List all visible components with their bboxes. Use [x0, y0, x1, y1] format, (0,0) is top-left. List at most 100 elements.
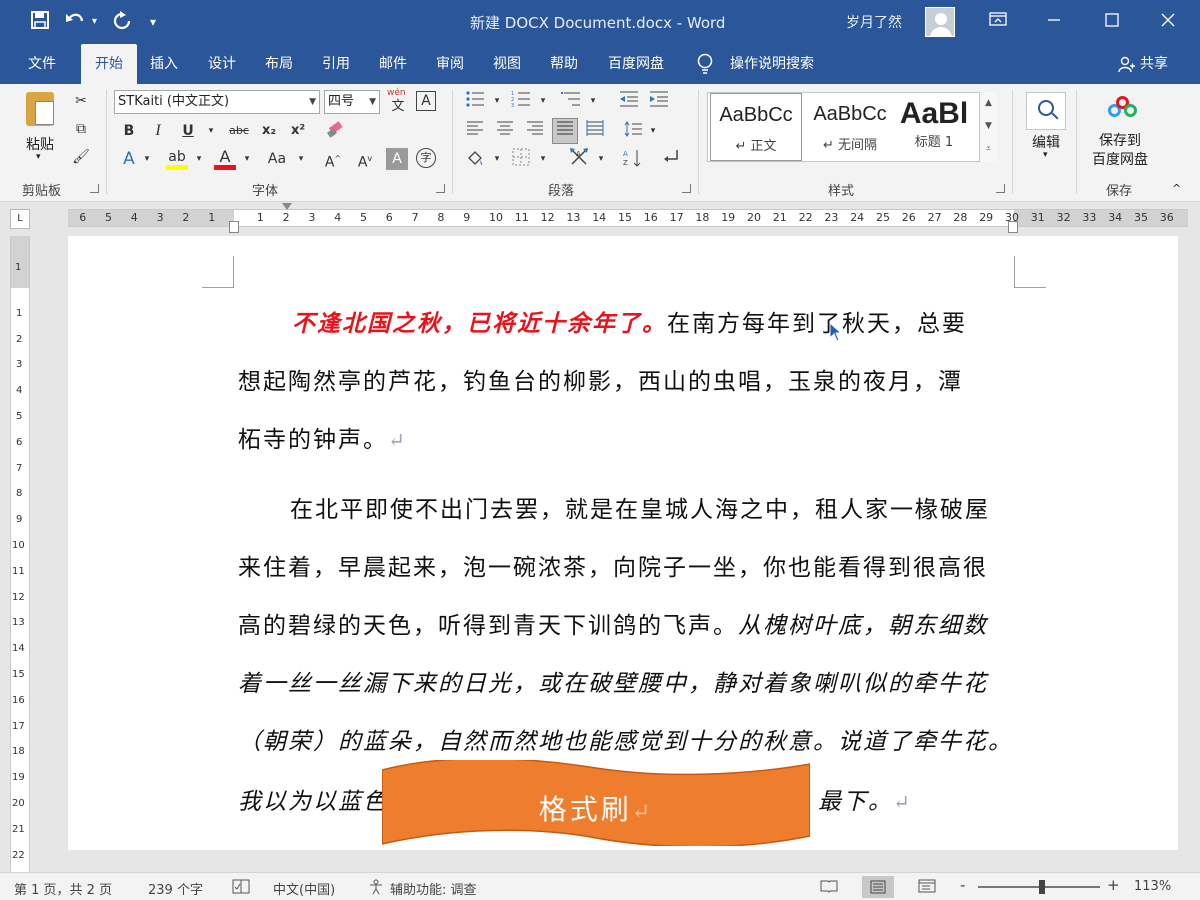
- font-size-combo[interactable]: 四号 ▼: [324, 90, 380, 114]
- distributed-icon[interactable]: [584, 120, 606, 142]
- tab-review[interactable]: 审阅: [426, 44, 474, 84]
- paste-button[interactable]: 粘贴: [26, 134, 54, 154]
- highlight-icon[interactable]: ab: [166, 146, 188, 170]
- borders-icon[interactable]: [510, 148, 532, 170]
- numbering-dropdown-icon[interactable]: ▾: [532, 90, 554, 112]
- multilevel-list-icon[interactable]: [560, 90, 582, 112]
- left-indent-marker[interactable]: [229, 221, 239, 233]
- tab-layout[interactable]: 布局: [255, 44, 303, 84]
- gallery-more-icon[interactable]: ⩡: [980, 138, 997, 161]
- format-painter-icon[interactable]: 🖌: [70, 146, 92, 168]
- clipboard-launcher-icon[interactable]: [90, 184, 99, 193]
- minimize-icon[interactable]: [1040, 8, 1068, 36]
- tab-help[interactable]: 帮助: [540, 44, 588, 84]
- tab-view[interactable]: 视图: [483, 44, 531, 84]
- tab-baidu-netdisk[interactable]: 百度网盘: [598, 44, 674, 84]
- undo-dropdown-icon[interactable]: ▾: [92, 10, 97, 34]
- first-line-indent-marker[interactable]: [282, 203, 292, 210]
- show-marks-icon[interactable]: [660, 148, 682, 170]
- print-layout-icon[interactable]: [862, 876, 894, 898]
- subscript-button[interactable]: x₂: [258, 120, 280, 142]
- numbering-icon[interactable]: 123: [510, 90, 532, 112]
- bold-button[interactable]: B: [118, 120, 140, 142]
- save-icon[interactable]: [30, 10, 50, 37]
- word-count[interactable]: 239 个字: [148, 879, 203, 898]
- font-color-dropdown-icon[interactable]: ▾: [236, 148, 258, 170]
- zoom-slider-handle[interactable]: [1039, 880, 1045, 894]
- avatar[interactable]: [925, 7, 955, 37]
- undo-icon[interactable]: [64, 10, 86, 37]
- increase-indent-icon[interactable]: [648, 90, 670, 112]
- eraser-icon[interactable]: [324, 120, 346, 142]
- multilevel-dropdown-icon[interactable]: ▾: [582, 90, 604, 112]
- tab-home[interactable]: 开始: [81, 44, 137, 84]
- tab-mailings[interactable]: 邮件: [369, 44, 417, 84]
- change-case-button[interactable]: Aa: [264, 148, 290, 170]
- scroll-down-icon[interactable]: ▼: [980, 115, 997, 138]
- clear-formatting-icon[interactable]: A: [416, 91, 436, 111]
- styles-launcher-icon[interactable]: [996, 184, 1005, 193]
- paste-icon[interactable]: [26, 92, 54, 126]
- character-shading-button[interactable]: A: [386, 148, 408, 170]
- editing-button[interactable]: [1026, 92, 1066, 130]
- copy-icon[interactable]: ⧉: [70, 118, 92, 140]
- bullets-icon[interactable]: [464, 90, 486, 112]
- customize-quick-access-icon[interactable]: ▾: [150, 10, 156, 34]
- user-name[interactable]: 岁月了然: [846, 12, 902, 32]
- maximize-icon[interactable]: [1098, 8, 1126, 36]
- web-layout-icon[interactable]: [918, 879, 936, 897]
- decrease-indent-icon[interactable]: [618, 90, 640, 112]
- shading-icon[interactable]: [464, 148, 486, 170]
- accessibility-icon[interactable]: [368, 879, 384, 899]
- paragraph-launcher-icon[interactable]: [682, 184, 691, 193]
- underline-button[interactable]: U: [177, 120, 199, 142]
- chinese-layout-icon[interactable]: A: [568, 146, 590, 168]
- tab-references[interactable]: 引用: [312, 44, 360, 84]
- close-icon[interactable]: [1154, 8, 1182, 36]
- style-no-spacing[interactable]: AaBbCc ↵ 无间隔: [804, 93, 896, 161]
- styles-scroll[interactable]: ▲ ▼ ⩡: [979, 92, 997, 162]
- tab-selector[interactable]: L: [10, 209, 30, 229]
- tab-file[interactable]: 文件: [18, 44, 66, 84]
- enclose-characters-button[interactable]: 字: [416, 148, 436, 168]
- chinese-layout-dropdown-icon[interactable]: ▾: [590, 148, 612, 170]
- zoom-out-button[interactable]: -: [960, 876, 965, 894]
- highlight-dropdown-icon[interactable]: ▾: [188, 148, 210, 170]
- shading-dropdown-icon[interactable]: ▾: [486, 148, 508, 170]
- zoom-in-button[interactable]: +: [1107, 876, 1120, 894]
- proofing-icon[interactable]: [232, 879, 250, 898]
- cut-icon[interactable]: ✂: [70, 90, 92, 112]
- paste-dropdown-icon[interactable]: ▾: [36, 152, 41, 162]
- read-mode-icon[interactable]: [820, 879, 838, 897]
- editing-dropdown-icon[interactable]: ▾: [1043, 150, 1048, 160]
- save-to-baidu-button[interactable]: 保存到 百度网盘: [1092, 132, 1148, 170]
- tab-design[interactable]: 设计: [198, 44, 246, 84]
- line-spacing-dropdown-icon[interactable]: ▾: [642, 120, 664, 142]
- align-center-icon[interactable]: [494, 120, 516, 142]
- page-count[interactable]: 第 1 页，共 2 页: [14, 879, 112, 898]
- align-right-icon[interactable]: [524, 120, 546, 142]
- vertical-ruler[interactable]: 1123456789101112131415161718192021222324: [10, 236, 30, 876]
- font-color-button[interactable]: A: [214, 146, 236, 170]
- redo-icon[interactable]: [112, 10, 134, 37]
- italic-button[interactable]: I: [147, 120, 169, 142]
- style-heading-1[interactable]: AaBl 标题 1: [894, 93, 974, 161]
- change-case-dropdown-icon[interactable]: ▾: [290, 148, 312, 170]
- style-normal[interactable]: AaBbCc ↵ 正文: [710, 93, 802, 161]
- align-left-icon[interactable]: [464, 120, 486, 142]
- superscript-button[interactable]: x²: [287, 120, 309, 142]
- accessibility-status[interactable]: 辅助功能: 调查: [390, 879, 477, 898]
- font-name-combo[interactable]: STKaiti (中文正文) ▼: [114, 90, 320, 114]
- borders-dropdown-icon[interactable]: ▾: [532, 148, 554, 170]
- sort-icon[interactable]: AZ: [622, 148, 644, 170]
- collapse-ribbon-icon[interactable]: ^: [1172, 182, 1181, 195]
- share-button[interactable]: 共享: [1140, 44, 1168, 84]
- grow-font-icon[interactable]: A^: [322, 148, 344, 171]
- baidu-netdisk-icon[interactable]: [1108, 96, 1138, 120]
- line-spacing-icon[interactable]: [622, 120, 644, 142]
- strikethrough-button[interactable]: abc: [226, 120, 252, 142]
- shrink-font-icon[interactable]: Av: [354, 148, 376, 171]
- right-indent-marker[interactable]: [1008, 221, 1018, 233]
- justify-icon[interactable]: [552, 118, 578, 144]
- zoom-level[interactable]: 113%: [1134, 879, 1171, 894]
